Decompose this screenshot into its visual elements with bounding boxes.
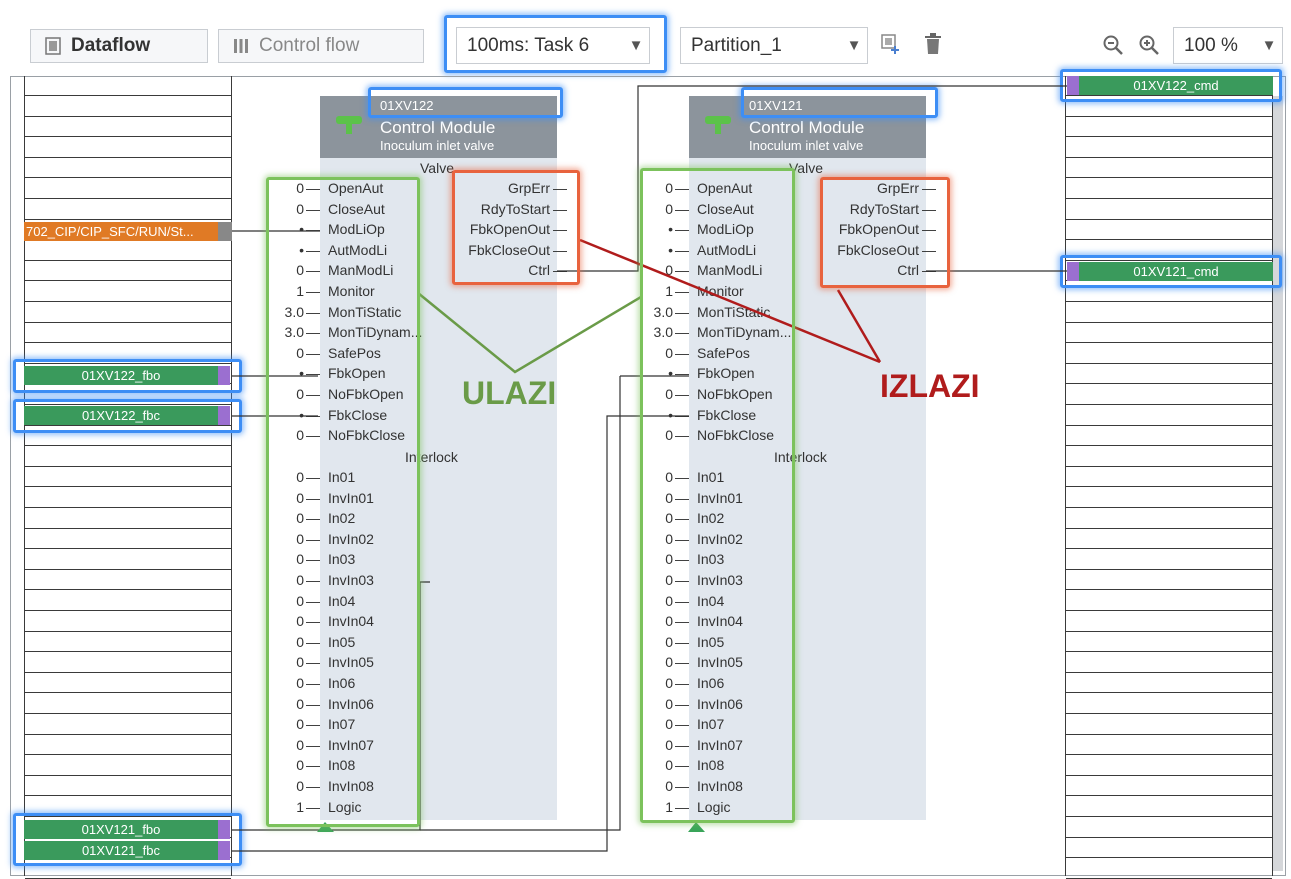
block1-inputs-highlight — [266, 177, 420, 827]
wire-ctrl-cmd122 — [557, 85, 1067, 272]
block2-inputs-highlight — [640, 168, 795, 823]
outputs-annotation: IZLAZI — [880, 368, 980, 404]
inputs-annotation-line — [417, 292, 642, 374]
outputs-annotation-line-2 — [836, 289, 882, 363]
block1-outputs-highlight — [452, 170, 580, 285]
inputs-annotation: ULAZI — [462, 375, 557, 411]
block2-outputs-highlight — [820, 177, 950, 288]
expand-arrow-icon — [688, 822, 705, 832]
wire-fbo121-route — [420, 376, 621, 831]
